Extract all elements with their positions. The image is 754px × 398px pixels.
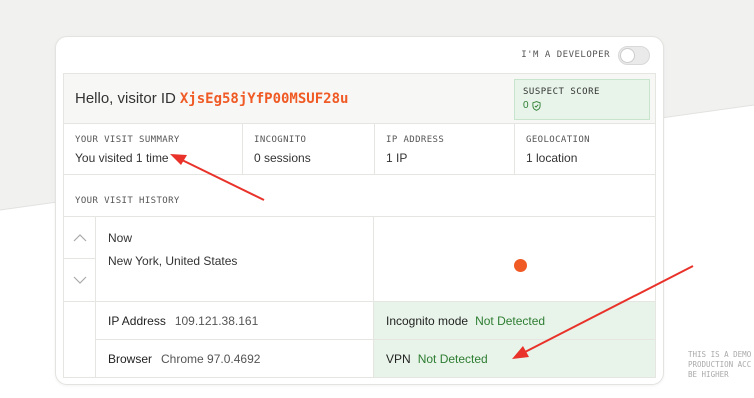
detail-key: Incognito mode — [386, 314, 469, 328]
detail-key: VPN — [386, 351, 411, 366]
suspect-score-label: SUSPECT SCORE — [523, 87, 600, 97]
location-marker — [514, 259, 527, 272]
history-nav — [64, 217, 96, 301]
detail-ip-address: IP Address 109.121.38.161 — [96, 301, 374, 340]
summary-label: IP ADDRESS — [386, 135, 445, 145]
developer-toggle[interactable] — [618, 45, 650, 65]
greeting: Hello, visitor ID XjsEg58jYfP00MSUF28u — [75, 90, 348, 107]
summary-incognito: INCOGNITO 0 sessions — [243, 124, 375, 174]
next-visit-button[interactable] — [64, 259, 95, 301]
previous-visit-button[interactable] — [64, 217, 95, 259]
visit-history-label: YOUR VISIT HISTORY — [75, 196, 180, 206]
chevron-up-icon — [73, 233, 86, 241]
summary-label: GEOLOCATION — [526, 135, 591, 145]
summary-value: You visited 1 time — [75, 151, 169, 165]
summary-value: 1 location — [526, 151, 578, 165]
detail-vpn: VPN Not Detected — [374, 339, 655, 377]
visit-location: New York, United States — [108, 254, 238, 268]
summary-geolocation: GEOLOCATION 1 location — [515, 124, 655, 174]
suspect-score-value-row: 0 — [523, 100, 641, 111]
visit-map — [374, 217, 655, 301]
detail-value: Chrome 97.0.4692 — [161, 352, 261, 366]
visitor-card: I'M A DEVELOPER Hello, visitor ID XjsEg58… — [55, 36, 664, 385]
summary-visits: YOUR VISIT SUMMARY You visited 1 time — [64, 124, 243, 174]
detail-status: Not Detected — [475, 314, 546, 328]
toggle-knob — [620, 47, 635, 63]
developer-toggle-label: I'M A DEVELOPER — [521, 50, 610, 60]
visit-time: Now — [108, 231, 133, 245]
demo-note-line: THIS IS A DEMO — [688, 350, 752, 359]
developer-toggle-row: I'M A DEVELOPER — [521, 45, 650, 65]
visit-summary-row: YOUR VISIT SUMMARY You visited 1 time IN… — [64, 124, 655, 175]
demo-note-line: BE HIGHER — [688, 370, 729, 379]
visit-history-grid: Now New York, United States IP Address 1… — [64, 216, 655, 378]
detail-incognito-mode: Incognito mode Not Detected — [374, 301, 655, 340]
detail-key: Browser — [108, 352, 153, 366]
demo-note-line: PRODUCTION ACC — [688, 360, 752, 369]
visitor-id: XjsEg58jYfP00MSUF28u — [179, 91, 349, 107]
summary-label: INCOGNITO — [254, 135, 307, 145]
greeting-row: Hello, visitor ID XjsEg58jYfP00MSUF28u SU… — [64, 74, 655, 124]
shield-check-icon — [532, 100, 541, 111]
detail-browser: Browser Chrome 97.0.4692 — [96, 339, 374, 378]
suspect-score-value: 0 — [523, 100, 529, 111]
greeting-prefix: Hello, visitor ID — [75, 90, 176, 107]
detail-value: 109.121.38.161 — [174, 314, 259, 328]
summary-label: YOUR VISIT SUMMARY — [75, 135, 180, 145]
suspect-score-box: SUSPECT SCORE 0 — [514, 79, 650, 120]
visitor-panel: Hello, visitor ID XjsEg58jYfP00MSUF28u SU… — [63, 73, 656, 378]
summary-value: 1 IP — [386, 151, 408, 165]
detail-status: Not Detected — [417, 351, 488, 366]
summary-ip: IP ADDRESS 1 IP — [375, 124, 515, 174]
demo-note: THIS IS A DEMO PRODUCTION ACC BE HIGHER — [688, 350, 754, 380]
chevron-down-icon — [73, 276, 86, 284]
summary-value: 0 sessions — [254, 151, 311, 165]
visit-location-cell: Now New York, United States — [96, 217, 374, 301]
detail-key: IP Address — [108, 314, 166, 328]
detail-spacer — [64, 301, 96, 378]
